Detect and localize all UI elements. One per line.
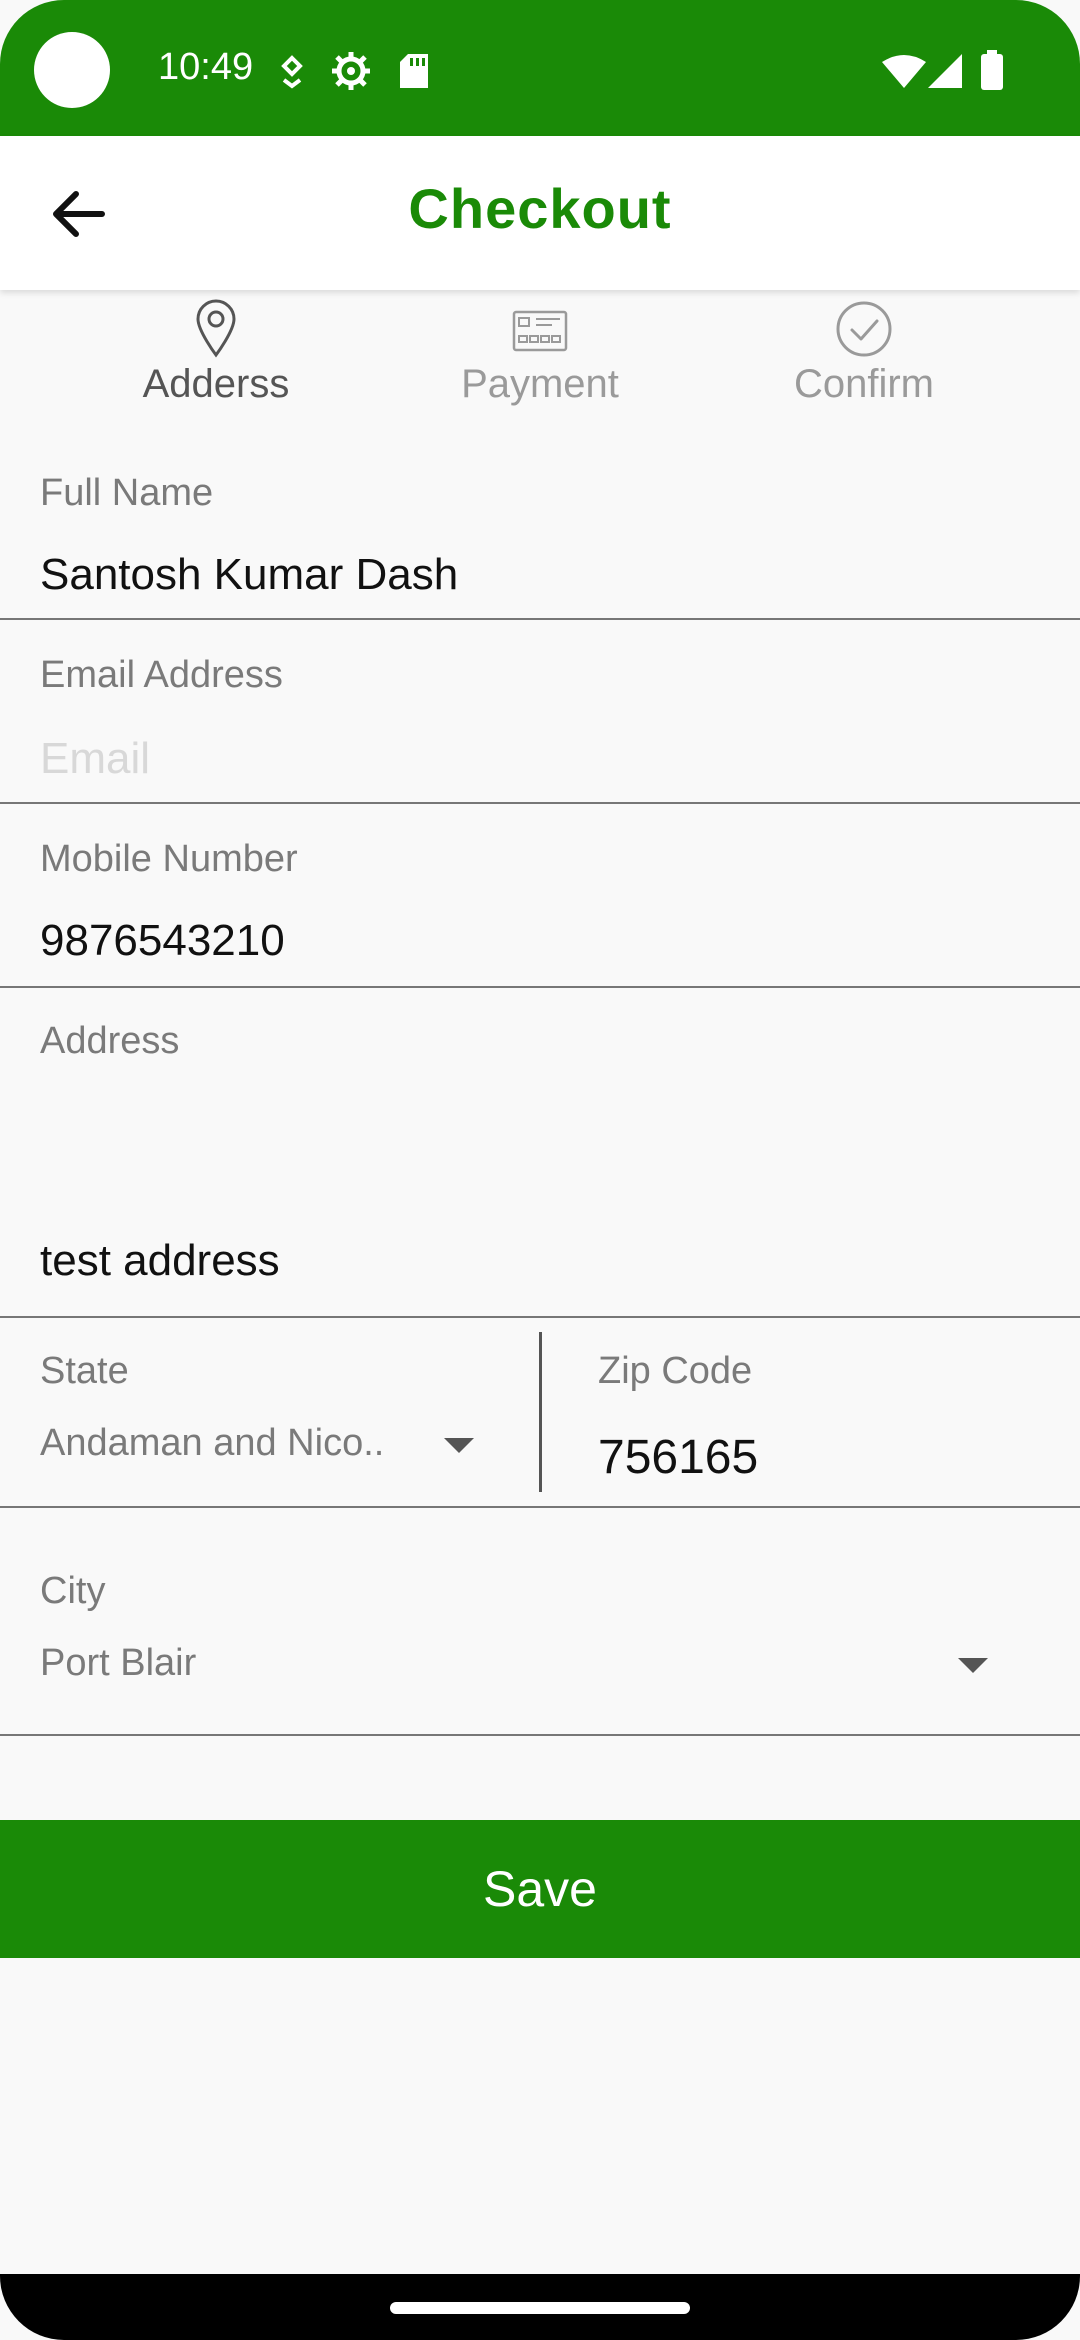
step-label: Confirm xyxy=(793,362,935,406)
signal-icon xyxy=(928,54,962,88)
page-title: Checkout xyxy=(408,177,672,240)
navigation-bar xyxy=(0,2274,1080,2340)
wifi-icon xyxy=(882,55,926,88)
sd-card-icon xyxy=(400,54,428,88)
step-label: Payment xyxy=(461,362,619,406)
city-dropdown[interactable]: Port Blair xyxy=(40,1642,196,1685)
app-bar: Checkout xyxy=(0,136,1080,290)
full-name-input[interactable]: Santosh Kumar Dash xyxy=(40,550,458,600)
address-label: Address xyxy=(40,1020,180,1062)
state-dropdown[interactable]: Andaman and Nico.. xyxy=(40,1422,384,1465)
battery-icon xyxy=(981,50,1003,90)
status-bar: 10:49 xyxy=(0,0,1080,136)
full-name-field[interactable]: Full Name Santosh Kumar Dash xyxy=(0,440,1080,620)
address-field[interactable]: Address test address xyxy=(0,988,1080,1318)
zip-code-label: Zip Code xyxy=(598,1350,753,1392)
state-label: State xyxy=(40,1350,129,1392)
zip-code-input[interactable]: 756165 xyxy=(598,1430,758,1485)
settings-icon xyxy=(332,52,370,90)
camera-cutout xyxy=(34,32,110,108)
check-circle-icon xyxy=(836,301,892,357)
mobile-number-label: Mobile Number xyxy=(40,838,298,880)
save-button[interactable]: Save xyxy=(0,1820,1080,1958)
city-field[interactable]: City Port Blair xyxy=(0,1508,1080,1736)
email-input[interactable]: Email xyxy=(40,734,150,784)
address-input[interactable]: test address xyxy=(40,1236,280,1286)
email-field[interactable]: Email Address Email xyxy=(0,620,1080,804)
full-name-label: Full Name xyxy=(40,472,214,514)
field-divider xyxy=(539,1332,542,1492)
step-label: Adderss xyxy=(142,362,290,406)
chevron-down-icon[interactable] xyxy=(444,1438,474,1453)
mobile-number-field[interactable]: Mobile Number 9876543210 xyxy=(0,804,1080,988)
email-label: Email Address xyxy=(40,654,283,696)
city-label: City xyxy=(40,1570,106,1612)
step-payment[interactable]: Payment xyxy=(420,290,660,407)
home-handle[interactable] xyxy=(390,2302,690,2314)
location-pin-icon xyxy=(196,299,236,358)
credit-card-icon xyxy=(512,310,568,352)
mobile-number-input[interactable]: 9876543210 xyxy=(40,916,285,966)
assistant-icon xyxy=(281,55,303,89)
step-address[interactable]: Adderss xyxy=(96,290,336,407)
checkout-stepper: Adderss Payment Confirm xyxy=(0,290,1080,420)
status-time: 10:49 xyxy=(158,46,254,88)
chevron-down-icon[interactable] xyxy=(958,1658,988,1673)
step-confirm[interactable]: Confirm xyxy=(744,290,984,407)
